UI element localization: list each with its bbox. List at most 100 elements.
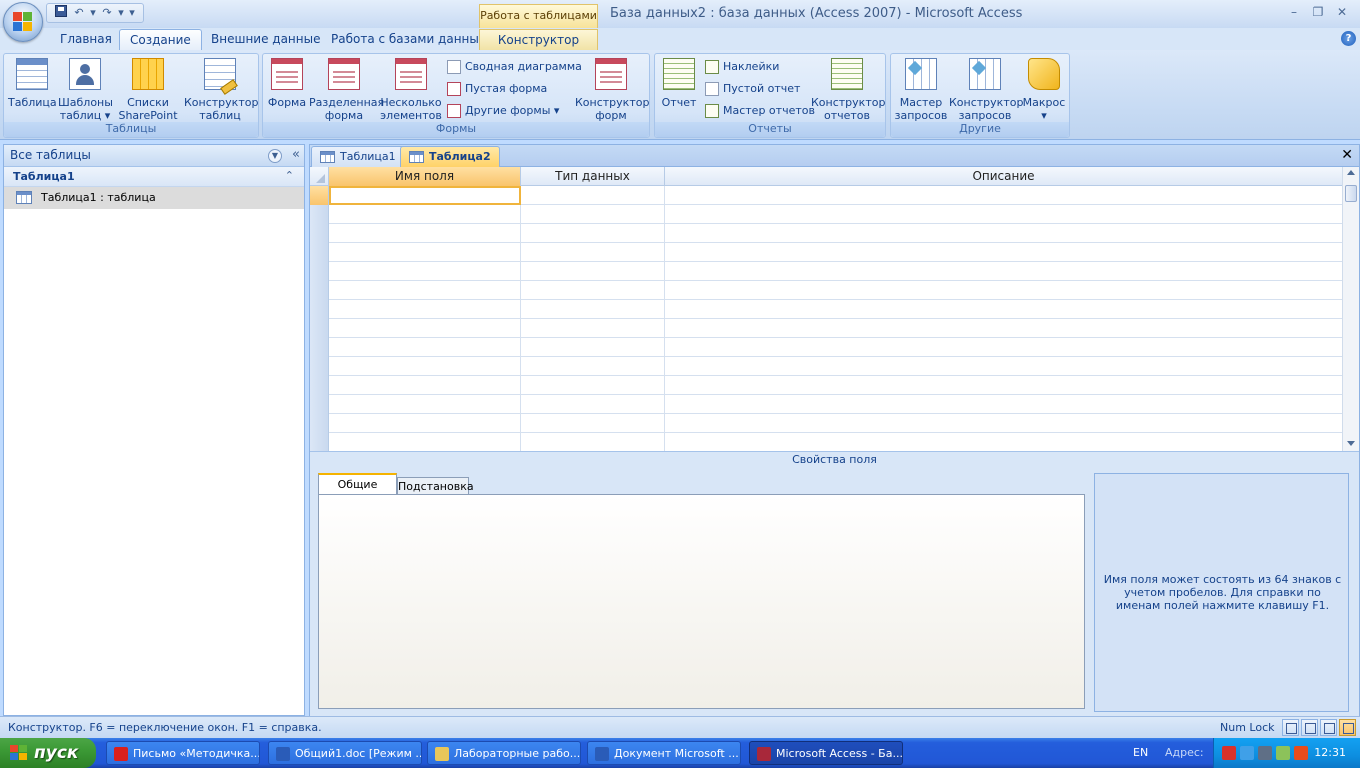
form-button[interactable]: Форма [265,58,309,109]
cell-desc[interactable] [665,205,1343,224]
cell-type[interactable] [521,376,665,395]
language-indicator[interactable]: EN [1133,746,1148,759]
cell-desc[interactable] [665,281,1343,300]
nav-pane-collapse-icon[interactable]: « [292,147,300,162]
undo-icon[interactable]: ↶ [71,5,87,21]
table-row[interactable] [310,224,1343,243]
cell-desc[interactable] [665,414,1343,433]
nav-item-table1[interactable]: Таблица1 : таблица [4,187,304,209]
taskbar-button[interactable]: Лабораторные рабо... [427,741,581,765]
row-selector[interactable] [310,414,329,433]
cell-type[interactable] [521,205,665,224]
cell-type[interactable] [521,338,665,357]
cell-type[interactable] [521,395,665,414]
cell-desc[interactable] [665,224,1343,243]
query-designer-button[interactable]: Конструктор запросов [949,58,1023,122]
doc-tab-table1[interactable]: Таблица1 [311,146,405,167]
cell-name[interactable] [329,186,521,205]
tab-external-data[interactable]: Внешние данные [201,29,330,50]
blank-report-button[interactable]: Пустой отчет [703,79,800,99]
undo-dropdown-icon[interactable]: ▾ [89,5,97,21]
nav-group-collapse-icon[interactable]: ⌃ [285,169,294,182]
cell-name[interactable] [329,281,521,300]
pivot-chart-view-icon[interactable] [1320,719,1337,736]
labels-button[interactable]: Наклейки [703,57,779,77]
taskbar-button[interactable]: Microsoft Access - Ба... [749,741,903,765]
cell-name[interactable] [329,224,521,243]
table-designer-button[interactable]: Конструктор таблиц [184,58,258,122]
scroll-down-icon[interactable] [1347,441,1355,446]
table-row[interactable] [310,395,1343,414]
table-row[interactable] [310,433,1343,452]
table-row[interactable] [310,186,1343,205]
cell-name[interactable] [329,414,521,433]
table-row[interactable] [310,300,1343,319]
cell-type[interactable] [521,262,665,281]
cell-type[interactable] [521,319,665,338]
nav-group-header[interactable]: Таблица1 ⌃ [4,167,304,187]
cell-desc[interactable] [665,433,1343,452]
cell-desc[interactable] [665,319,1343,338]
cell-type[interactable] [521,357,665,376]
cell-name[interactable] [329,433,521,452]
cell-name[interactable] [329,376,521,395]
cell-name[interactable] [329,262,521,281]
save-icon[interactable] [53,5,69,21]
row-selector[interactable] [310,186,329,205]
table-row[interactable] [310,338,1343,357]
row-selector[interactable] [310,395,329,414]
office-button[interactable] [3,2,43,42]
design-view-icon[interactable] [1339,719,1356,736]
row-selector[interactable] [310,338,329,357]
nav-pane-menu-icon[interactable]: ▼ [268,149,282,163]
tab-lookup[interactable]: Подстановка [397,477,474,495]
row-selector[interactable] [310,300,329,319]
row-selector[interactable] [310,357,329,376]
pivot-table-view-icon[interactable] [1301,719,1318,736]
network-icon[interactable] [1258,746,1272,760]
cell-desc[interactable] [665,262,1343,281]
pivot-chart-button[interactable]: Сводная диаграмма [445,57,582,77]
row-selector[interactable] [310,262,329,281]
tab-database-tools[interactable]: Работа с базами данных [321,29,496,50]
table-button[interactable]: Таблица [8,58,57,109]
restore-icon[interactable]: ❐ [1306,2,1330,22]
column-header-field-name[interactable]: Имя поля [329,167,521,186]
row-selector[interactable] [310,319,329,338]
table-templates-button[interactable]: Шаблоны таблиц ▾ [58,58,113,122]
app-icon[interactable] [1294,746,1308,760]
table-row[interactable] [310,319,1343,338]
row-selector[interactable] [310,224,329,243]
cell-type[interactable] [521,300,665,319]
scroll-up-icon[interactable] [1347,170,1355,175]
more-forms-button[interactable]: Другие формы ▾ [445,101,559,121]
row-selector[interactable] [310,433,329,452]
row-selector[interactable] [310,376,329,395]
cell-desc[interactable] [665,338,1343,357]
query-wizard-button[interactable]: Мастер запросов [893,58,949,122]
datasheet-view-icon[interactable] [1282,719,1299,736]
start-button[interactable]: пуск [0,738,96,768]
blank-form-button[interactable]: Пустая форма [445,79,547,99]
form-designer-button[interactable]: Конструктор форм [575,58,649,122]
antivirus-icon[interactable] [1222,746,1236,760]
cell-name[interactable] [329,243,521,262]
split-form-button[interactable]: Разделенная форма [309,58,384,122]
column-header-description[interactable]: Описание [665,167,1343,186]
customize-qat-icon[interactable]: ▾ [127,5,137,21]
vertical-scrollbar[interactable] [1342,167,1359,451]
report-wizard-button[interactable]: Мастер отчетов [703,101,815,121]
redo-dropdown-icon[interactable]: ▾ [117,5,125,21]
select-all-corner[interactable] [310,167,329,186]
cell-desc[interactable] [665,376,1343,395]
volume-icon[interactable] [1276,746,1290,760]
table-row[interactable] [310,357,1343,376]
tab-home[interactable]: Главная [50,29,122,50]
taskbar-button[interactable]: Документ Microsoft ... [587,741,741,765]
cell-name[interactable] [329,205,521,224]
table-row[interactable] [310,376,1343,395]
cell-name[interactable] [329,338,521,357]
cell-name[interactable] [329,319,521,338]
row-selector[interactable] [310,205,329,224]
close-icon[interactable]: ✕ [1330,2,1354,22]
